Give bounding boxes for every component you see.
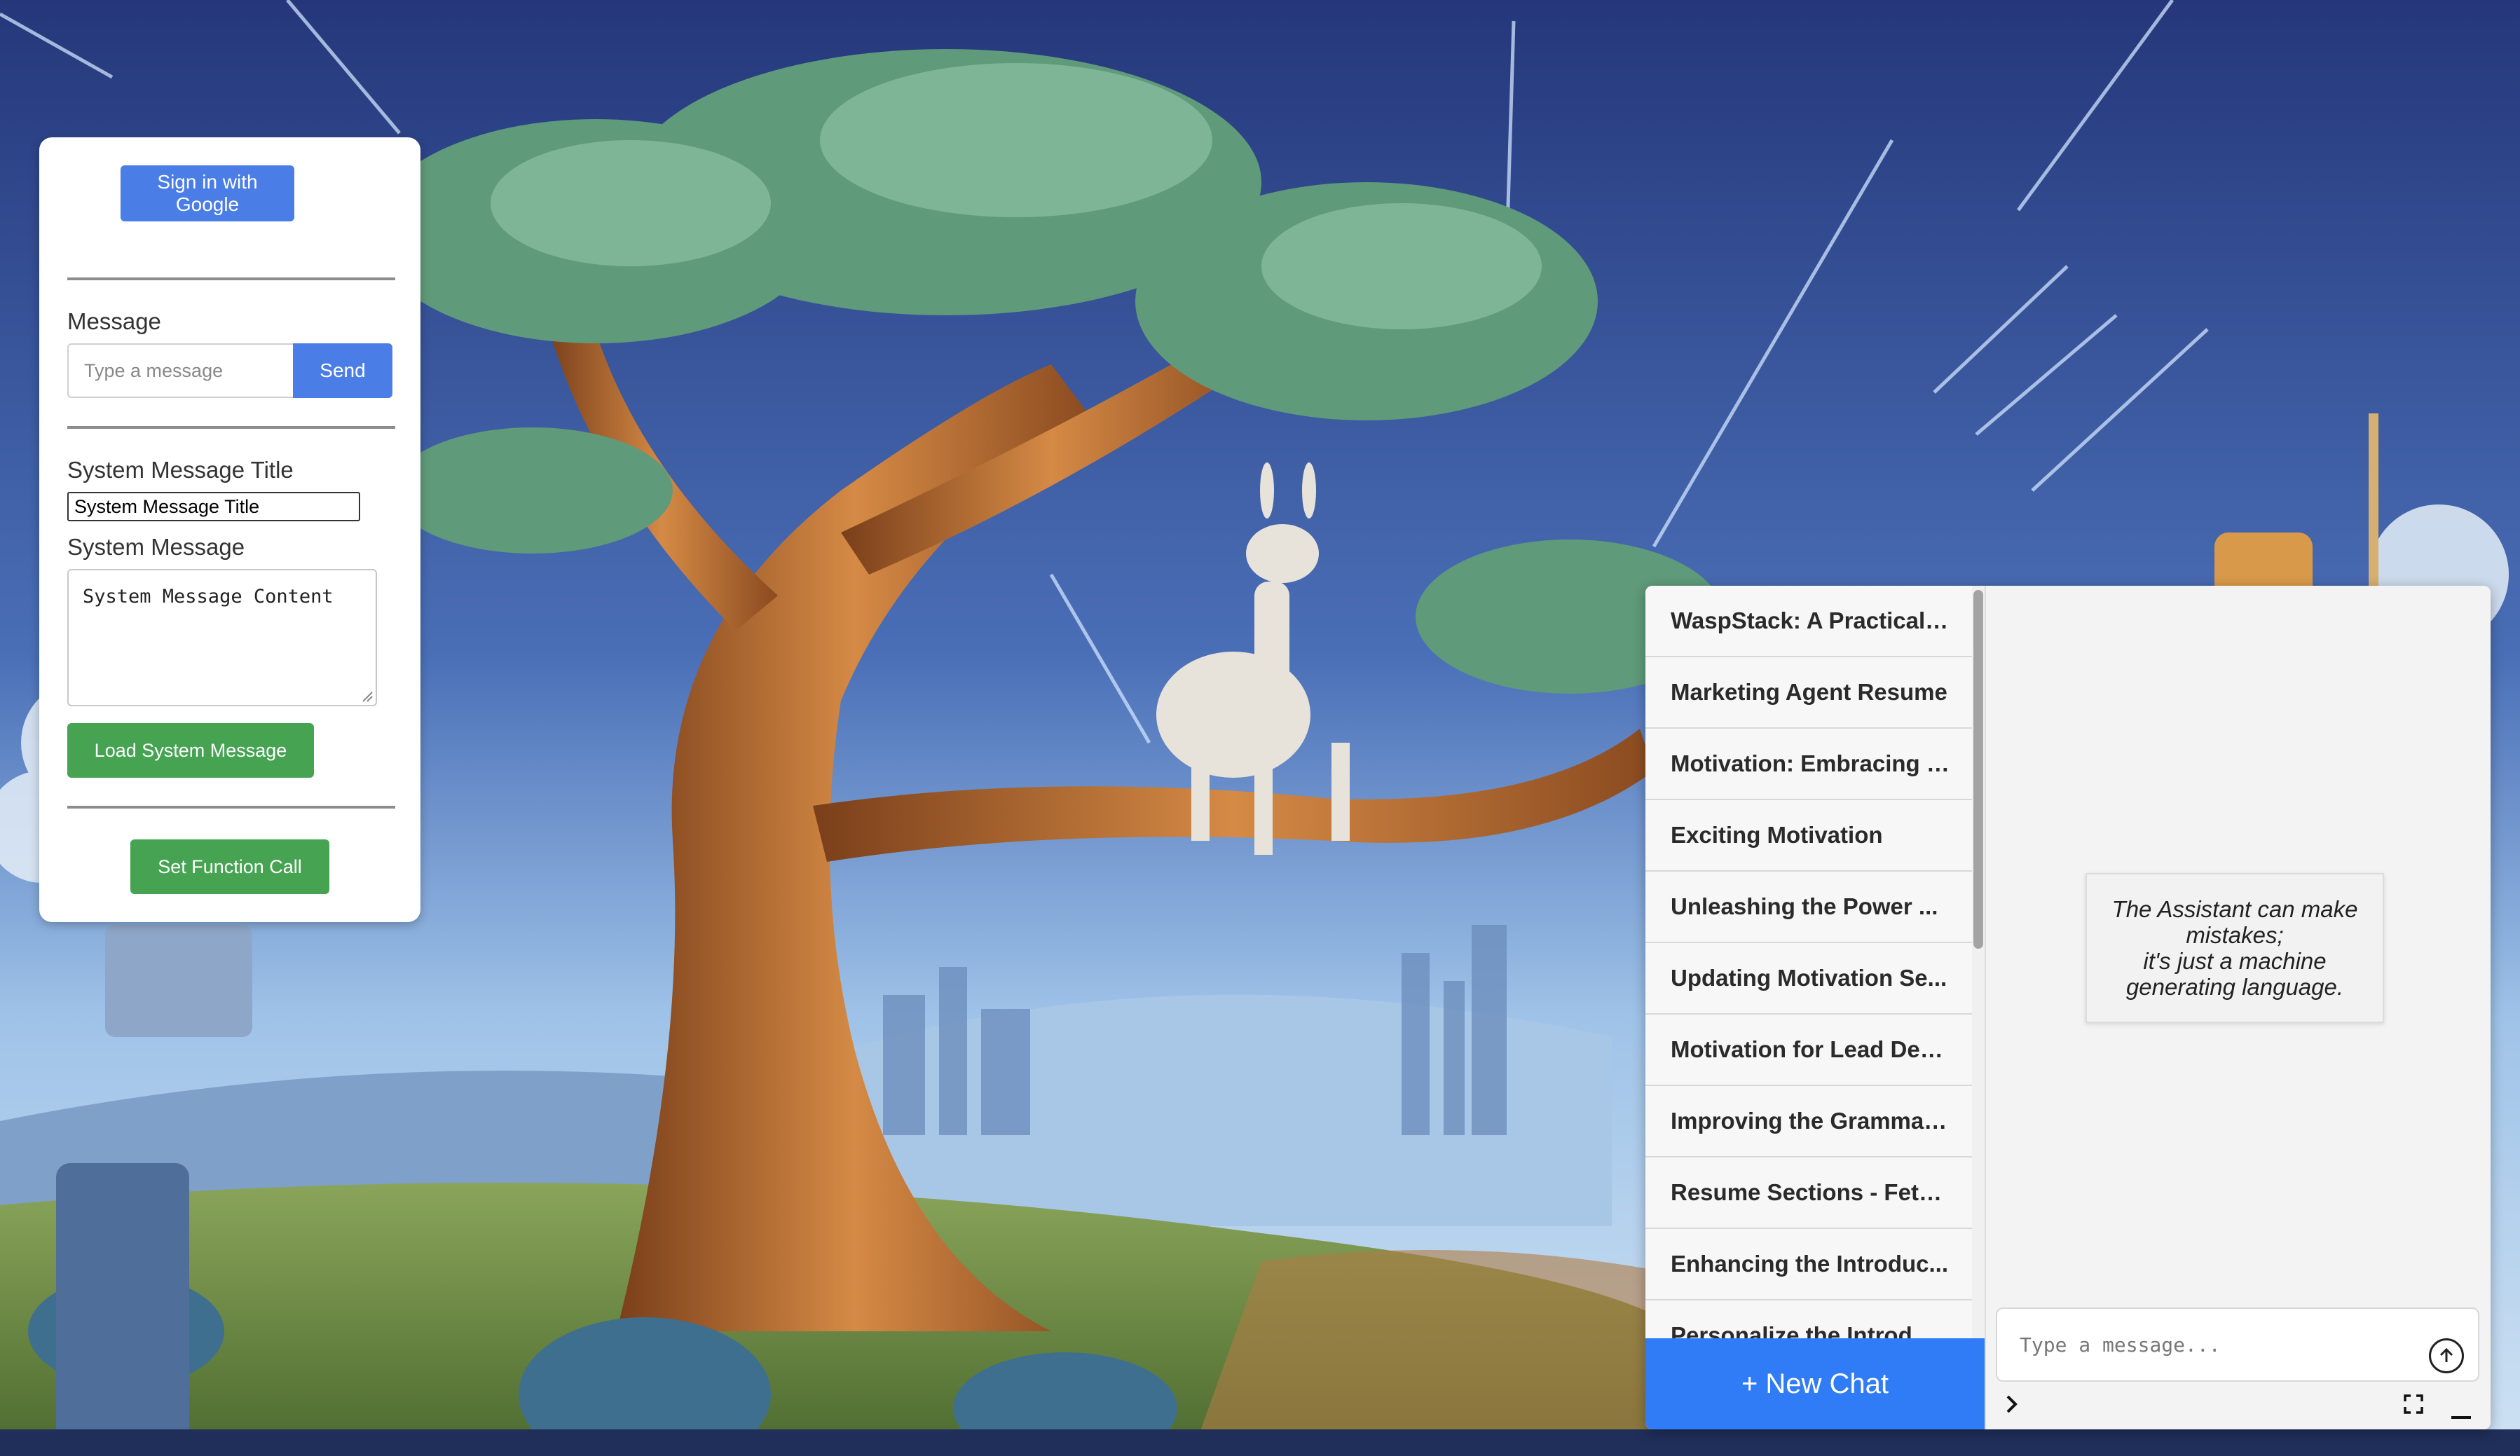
conversation-item[interactable]: Unleashing the Power ... [1645, 872, 1972, 943]
conversation-title: Motivation: Embracing t... [1671, 750, 1950, 776]
conversation-title: Motivation for Lead Dev... [1671, 1036, 1950, 1062]
conversation-item[interactable]: Motivation for Lead Dev... [1645, 1015, 1972, 1086]
chat-main-area: The Assistant can make mistakes; it's ju… [1986, 586, 2491, 1429]
conversation-item[interactable]: Resume Sections - Fetc... [1645, 1158, 1972, 1229]
minimize-icon[interactable] [2449, 1399, 2474, 1424]
control-panel: Sign in with Google Message Type a messa… [39, 137, 420, 922]
disclaimer-line: mistakes; [2186, 922, 2284, 948]
conversation-title: Resume Sections - Fetc... [1671, 1179, 1950, 1205]
system-message-value: System Message Content [83, 586, 334, 607]
chat-message-input[interactable]: Type a message... [1996, 1307, 2479, 1382]
message-input[interactable]: Type a message [67, 343, 293, 398]
message-label: Message [67, 308, 161, 334]
conversation-item[interactable]: Enhancing the Introduc... [1645, 1229, 1972, 1300]
disclaimer-line: The Assistant can make [2111, 896, 2358, 922]
conversation-title: WaspStack: A Practical ... [1671, 607, 1950, 633]
set-function-call-button[interactable]: Set Function Call [130, 839, 329, 894]
disclaimer-box: The Assistant can make mistakes; it's ju… [2086, 873, 2384, 1023]
sidebar-scrollbar-thumb[interactable] [1973, 590, 1983, 949]
load-system-message-button[interactable]: Load System Message [67, 723, 314, 778]
resize-grip-icon[interactable] [362, 691, 373, 702]
send-button[interactable]: Send [293, 343, 392, 398]
divider [67, 426, 395, 429]
divider [67, 806, 395, 809]
conversation-title: Enhancing the Introduc... [1671, 1251, 1948, 1277]
system-message-textarea[interactable]: System Message Content [67, 569, 377, 706]
chat-widget: WaspStack: A Practical ... Marketing Age… [1645, 586, 2491, 1429]
divider [67, 277, 395, 280]
conversation-title: Exciting Motivation [1671, 822, 1883, 848]
conversation-item[interactable]: Updating Motivation Se... [1645, 943, 1972, 1015]
conversation-item[interactable]: Improving the Grammar... [1645, 1086, 1972, 1158]
conversation-item[interactable]: Motivation: Embracing t... [1645, 729, 1972, 800]
conversation-title: Updating Motivation Se... [1671, 965, 1947, 991]
conversation-title: Marketing Agent Resume [1671, 679, 1947, 705]
chat-input-placeholder: Type a message... [2020, 1333, 2221, 1357]
conversation-item[interactable]: Exciting Motivation [1645, 800, 1972, 872]
message-input-placeholder: Type a message [84, 359, 224, 381]
conversation-title: Unleashing the Power ... [1671, 893, 1938, 919]
conversation-title: Improving the Grammar... [1671, 1108, 1950, 1134]
conversation-list: WaspStack: A Practical ... Marketing Age… [1645, 586, 1972, 1372]
system-title-value: System Message Title [74, 495, 260, 517]
system-title-label: System Message Title [67, 457, 294, 483]
disclaimer-line: it's just a machine [2143, 948, 2327, 974]
disclaimer-line: generating language. [2125, 974, 2344, 1000]
system-message-label: System Message [67, 534, 245, 560]
sign-in-google-button[interactable]: Sign in with Google [121, 165, 294, 221]
new-chat-button[interactable]: + New Chat [1645, 1338, 1985, 1429]
system-title-input[interactable]: System Message Title [67, 492, 360, 521]
conversation-item[interactable]: Marketing Agent Resume [1645, 657, 1972, 729]
chevron-right-icon[interactable] [1999, 1392, 2024, 1417]
arrow-up-circle-icon[interactable] [2429, 1338, 2464, 1373]
fullscreen-icon[interactable] [2401, 1392, 2426, 1417]
conversation-item[interactable]: WaspStack: A Practical ... [1645, 586, 1972, 657]
conversation-sidebar: WaspStack: A Practical ... Marketing Age… [1645, 586, 1986, 1429]
